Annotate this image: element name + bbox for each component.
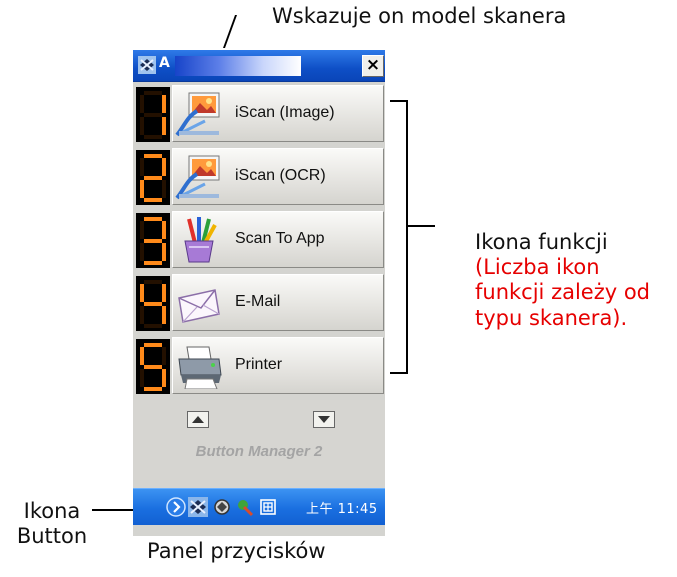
function-row: Printer	[133, 335, 385, 398]
function-icon-annotation-note-3: typu skanera).	[475, 305, 628, 330]
function-icon-annotation-title: Ikona funkcji	[475, 230, 608, 254]
scanner-model-field	[175, 56, 301, 76]
bracket-vertical	[406, 100, 408, 374]
function-label: Printer	[235, 356, 283, 373]
button-icon-annotation-line-2: Button	[16, 524, 88, 549]
model-indicator-pointer	[223, 15, 238, 48]
expand-arrow-icon[interactable]	[166, 497, 186, 517]
function-icon-annotation-note-1: (Liczba ikon	[475, 255, 600, 280]
scanner-tray-icon[interactable]	[188, 497, 208, 517]
printer-icon	[175, 343, 223, 390]
brand-label: Button Manager 2	[195, 443, 323, 460]
image-scan-icon	[175, 91, 223, 137]
triangle-up-icon	[192, 416, 204, 423]
function-row: iScan (OCR)	[133, 146, 385, 209]
panel-caption: Panel przycisków	[147, 539, 326, 563]
function-button-iscan-image[interactable]: iScan (Image)	[172, 85, 384, 142]
model-indicator-annotation: Wskazuje on model skanera	[272, 4, 567, 28]
brush-cup-icon	[175, 217, 223, 263]
function-row: Scan To App	[133, 209, 385, 272]
function-button-scan-to-app[interactable]: Scan To App	[172, 211, 384, 268]
button-icon-annotation-line-1: Ikona	[23, 499, 81, 523]
function-number-display	[136, 213, 170, 268]
function-button-e-mail[interactable]: E-Mail	[172, 274, 384, 331]
button-panel: A × iScan (Image) iScan (OCR) Scan To App E…	[133, 50, 385, 536]
function-row: iScan (Image)	[133, 83, 385, 146]
bracket-bottom	[390, 372, 407, 374]
function-button-iscan-ocr[interactable]: iScan (OCR)	[172, 148, 384, 205]
function-number-display	[136, 276, 170, 331]
envelope-icon	[175, 280, 223, 326]
function-number-display	[136, 87, 170, 142]
function-label: iScan (OCR)	[235, 167, 326, 184]
function-number-display	[136, 150, 170, 205]
function-icon-annotation-note-2: funkcji zależy od	[475, 280, 651, 305]
ocr-scan-icon	[175, 154, 223, 200]
scroll-down-button[interactable]	[313, 411, 335, 428]
function-label: iScan (Image)	[235, 104, 335, 121]
triangle-down-icon	[318, 416, 330, 423]
function-row: E-Mail	[133, 272, 385, 335]
scanner-model-initial: A	[159, 55, 170, 71]
function-label: Scan To App	[235, 230, 325, 247]
function-label: E-Mail	[235, 293, 281, 310]
title-bar[interactable]: A ×	[133, 50, 385, 82]
bracket-top	[390, 100, 407, 102]
bracket-pointer	[407, 225, 435, 227]
tray-icon-4[interactable]	[258, 497, 278, 517]
taskbar: 上午 11:45	[133, 488, 385, 525]
close-button[interactable]: ×	[362, 55, 384, 77]
navigation-area: Button Manager 2	[133, 400, 385, 480]
taskbar-clock: 上午 11:45	[306, 502, 378, 517]
tray-icon-3[interactable]	[235, 497, 255, 517]
function-number-display	[136, 339, 170, 394]
scanner-app-icon	[138, 56, 156, 74]
function-icon-annotation: Ikona funkcji (Liczba ikon funkcji zależ…	[475, 230, 650, 331]
button-icon-annotation: Ikona Button	[0, 499, 104, 549]
function-button-printer[interactable]: Printer	[172, 337, 384, 394]
scroll-up-button[interactable]	[187, 411, 209, 428]
tray-icon-2[interactable]	[212, 497, 232, 517]
